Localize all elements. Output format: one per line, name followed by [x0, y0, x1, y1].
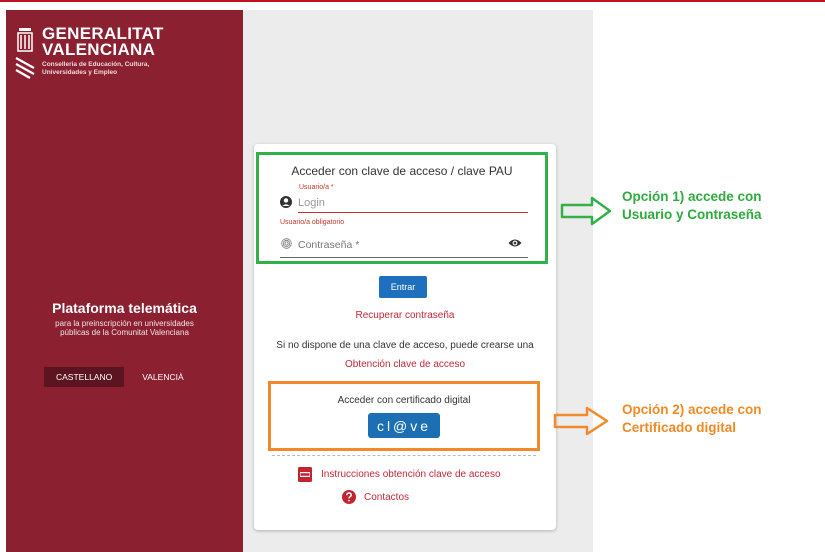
contacts-link[interactable]: Contactos	[364, 492, 409, 503]
eye-icon[interactable]	[508, 238, 522, 248]
language-switcher: CASTELLANO VALENCIÀ	[44, 367, 196, 387]
coat-of-arms-icon	[15, 28, 35, 79]
brand-line-2: VALENCIANA	[42, 40, 156, 59]
lang-valencia-button[interactable]: VALENCIÀ	[130, 367, 195, 387]
lang-castellano-button[interactable]: CASTELLANO	[44, 367, 125, 387]
generalitat-logo: GENERALITAT VALENCIANA Conselleria de Ed…	[14, 25, 164, 84]
password-input[interactable]	[298, 236, 508, 254]
login-title: Acceder con clave de acceso / clave PAU	[291, 164, 513, 178]
login-button[interactable]: Entrar	[379, 276, 427, 298]
brand-subtitle: Conselleria de Educación, Cultura, Unive…	[42, 61, 164, 77]
help-icon	[342, 490, 356, 504]
brand-sub-1: Conselleria de Educación, Cultura,	[42, 61, 150, 68]
username-input[interactable]	[298, 194, 528, 213]
platform-desc-1: para la preinscripción en universidades	[55, 319, 194, 328]
platform-title: Plataforma telemática	[52, 300, 197, 316]
sidebar	[6, 10, 243, 552]
recover-password-link[interactable]: Recuperar contraseña	[254, 310, 556, 321]
no-key-text: Si no dispone de una clave de acceso, pu…	[276, 340, 534, 351]
obtain-key-link[interactable]: Obtención clave de acceso	[254, 359, 556, 370]
user-icon	[280, 196, 292, 208]
certificate-title: Acceder con certificado digital	[337, 395, 471, 406]
annotation-option-2-line2: Certificado digital	[622, 420, 737, 435]
divider	[272, 455, 536, 456]
pdf-icon	[298, 467, 312, 482]
arrow-right-green-icon	[560, 196, 612, 226]
instructions-link[interactable]: Instrucciones obtención clave de acceso	[321, 469, 501, 480]
platform-desc-2: públicas de la Comunitat Valenciana	[60, 328, 189, 337]
brand-sub-2: Universidades y Empleo	[42, 69, 118, 76]
platform-description: para la preinscripción en universidades …	[6, 319, 243, 337]
clave-button[interactable]: cl@ve	[368, 413, 440, 438]
fingerprint-icon	[281, 238, 292, 249]
annotation-option-2-line1: Opción 2) accede con	[622, 402, 762, 417]
platform-info: Plataforma telemática para la preinscrip…	[6, 300, 243, 337]
annotation-option-1-line1: Opción 1) accede con	[622, 189, 762, 204]
top-border	[0, 0, 825, 2]
annotation-option-1: Opción 1) accede con Usuario y Contraseñ…	[622, 188, 762, 224]
arrow-right-orange-icon	[553, 406, 609, 436]
password-underline	[280, 257, 528, 258]
annotation-option-2: Opción 2) accede con Certificado digital	[622, 401, 762, 437]
username-error: Usuario/a obligatorio	[280, 219, 345, 226]
annotation-option-1-line2: Usuario y Contraseña	[622, 207, 762, 222]
username-label: Usuario/a *	[299, 184, 334, 191]
